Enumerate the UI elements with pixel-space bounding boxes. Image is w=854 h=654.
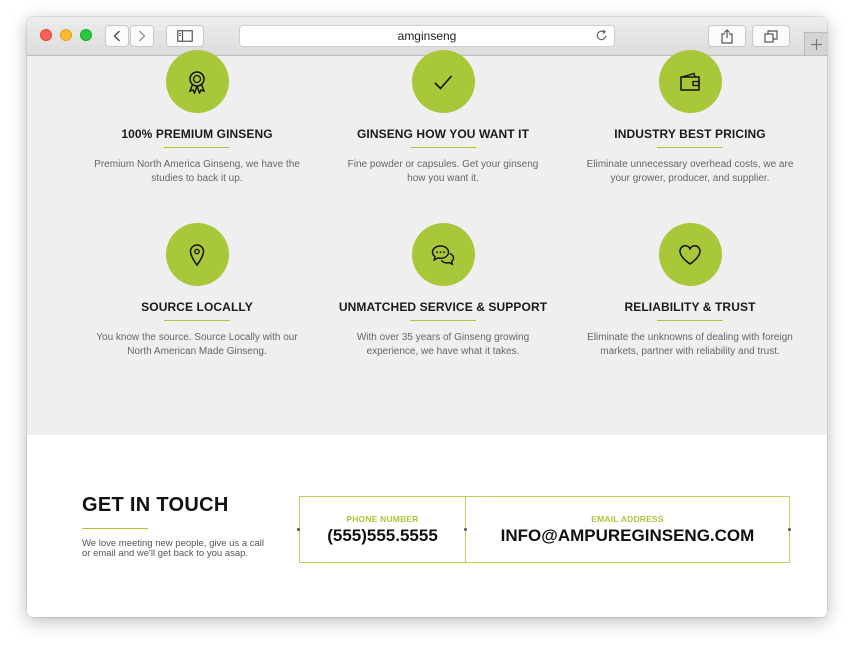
- award-ribbon-icon: [188, 70, 206, 94]
- wallet-icon: [680, 72, 700, 91]
- feature-title: UNMATCHED SERVICE & SUPPORT: [338, 300, 548, 314]
- close-window-button[interactable]: [40, 29, 52, 41]
- feature-icon-circle: [165, 223, 229, 286]
- sidebar-icon: [177, 30, 193, 42]
- feature-premium-ginseng: 100% PREMIUM GINSENG Premium North Ameri…: [92, 50, 302, 185]
- feature-divider: [657, 320, 723, 321]
- reload-icon[interactable]: [595, 29, 608, 45]
- feature-description: With over 35 years of Ginseng growing ex…: [356, 332, 530, 357]
- tabs-overview-button[interactable]: [752, 25, 790, 47]
- box-dot: [788, 528, 791, 531]
- feature-description: Fine powder or capsules. Get your ginsen…: [347, 159, 539, 184]
- feature-title: GINSENG HOW YOU WANT IT: [356, 127, 530, 141]
- email-label: EMAIL ADDRESS: [591, 514, 664, 524]
- map-pin-icon: [189, 243, 205, 266]
- back-button[interactable]: [105, 25, 129, 47]
- feature-icon-circle: [658, 50, 722, 113]
- zoom-window-button[interactable]: [80, 29, 92, 41]
- feature-description: You know the source. Source Locally with…: [96, 332, 298, 357]
- tabs-icon: [764, 29, 778, 43]
- feature-icon-circle: [165, 50, 229, 113]
- feature-icon-circle: [411, 223, 475, 286]
- email-box[interactable]: EMAIL ADDRESS INFO@AMPUREGINSENG.COM: [465, 496, 790, 563]
- phone-number[interactable]: (555)555.5555: [300, 526, 465, 546]
- get-in-touch-heading: GET IN TOUCH: [82, 494, 229, 516]
- features-section: 100% PREMIUM GINSENG Premium North Ameri…: [27, 50, 827, 435]
- feature-service-support: UNMATCHED SERVICE & SUPPORT With over 35…: [338, 223, 548, 358]
- feature-title: INDUSTRY BEST PRICING: [614, 127, 766, 141]
- plus-icon: [811, 38, 822, 50]
- feature-ginseng-how-you-want: GINSENG HOW YOU WANT IT Fine powder or c…: [338, 50, 548, 185]
- feature-description: Premium North America Ginseng, we have t…: [94, 159, 300, 184]
- feature-divider: [164, 320, 230, 321]
- box-dot: [464, 528, 467, 531]
- feature-icon-circle: [658, 223, 722, 286]
- feature-source-locally: SOURCE LOCALLY You know the source. Sour…: [92, 223, 302, 358]
- feature-description: Eliminate the unknowns of dealing with f…: [587, 332, 793, 357]
- heart-icon: [679, 244, 701, 265]
- address-bar-text: amginseng: [397, 29, 457, 43]
- heading-divider: [82, 528, 148, 529]
- email-address[interactable]: INFO@AMPUREGINSENG.COM: [466, 526, 789, 546]
- feature-title: 100% PREMIUM GINSENG: [121, 127, 273, 141]
- feature-divider: [657, 147, 723, 148]
- browser-window: amginseng 100% PREMIUM GINSENG Premium N…: [27, 17, 827, 617]
- share-icon: [721, 28, 733, 44]
- feature-title: RELIABILITY & TRUST: [624, 300, 756, 314]
- checkmark-icon: [434, 74, 453, 90]
- new-tab-button[interactable]: [804, 32, 827, 55]
- address-bar[interactable]: amginseng: [239, 25, 615, 47]
- contact-description: We love meeting new people, give us a ca…: [82, 538, 265, 559]
- forward-button[interactable]: [130, 25, 154, 47]
- contact-section: GET IN TOUCH We love meeting new people,…: [27, 435, 827, 617]
- feature-divider: [164, 147, 230, 148]
- sidebar-toggle-button[interactable]: [166, 25, 204, 47]
- page-content: 100% PREMIUM GINSENG Premium North Ameri…: [27, 50, 827, 617]
- box-dot: [297, 528, 300, 531]
- phone-box[interactable]: PHONE NUMBER (555)555.5555: [299, 496, 466, 563]
- feature-reliability-trust: RELIABILITY & TRUST Eliminate the unknow…: [585, 223, 795, 358]
- minimize-window-button[interactable]: [60, 29, 72, 41]
- share-button[interactable]: [708, 25, 746, 47]
- feature-divider: [410, 320, 476, 321]
- feature-title: SOURCE LOCALLY: [141, 300, 253, 314]
- phone-label: PHONE NUMBER: [346, 514, 419, 524]
- feature-description: Eliminate unnecessary overhead costs, we…: [586, 159, 794, 184]
- chevron-left-icon: [113, 30, 121, 42]
- feature-divider: [410, 147, 476, 148]
- feature-icon-circle: [411, 50, 475, 113]
- feature-best-pricing: INDUSTRY BEST PRICING Eliminate unnecess…: [585, 50, 795, 185]
- chevron-right-icon: [138, 30, 146, 42]
- chat-bubbles-icon: [431, 244, 455, 266]
